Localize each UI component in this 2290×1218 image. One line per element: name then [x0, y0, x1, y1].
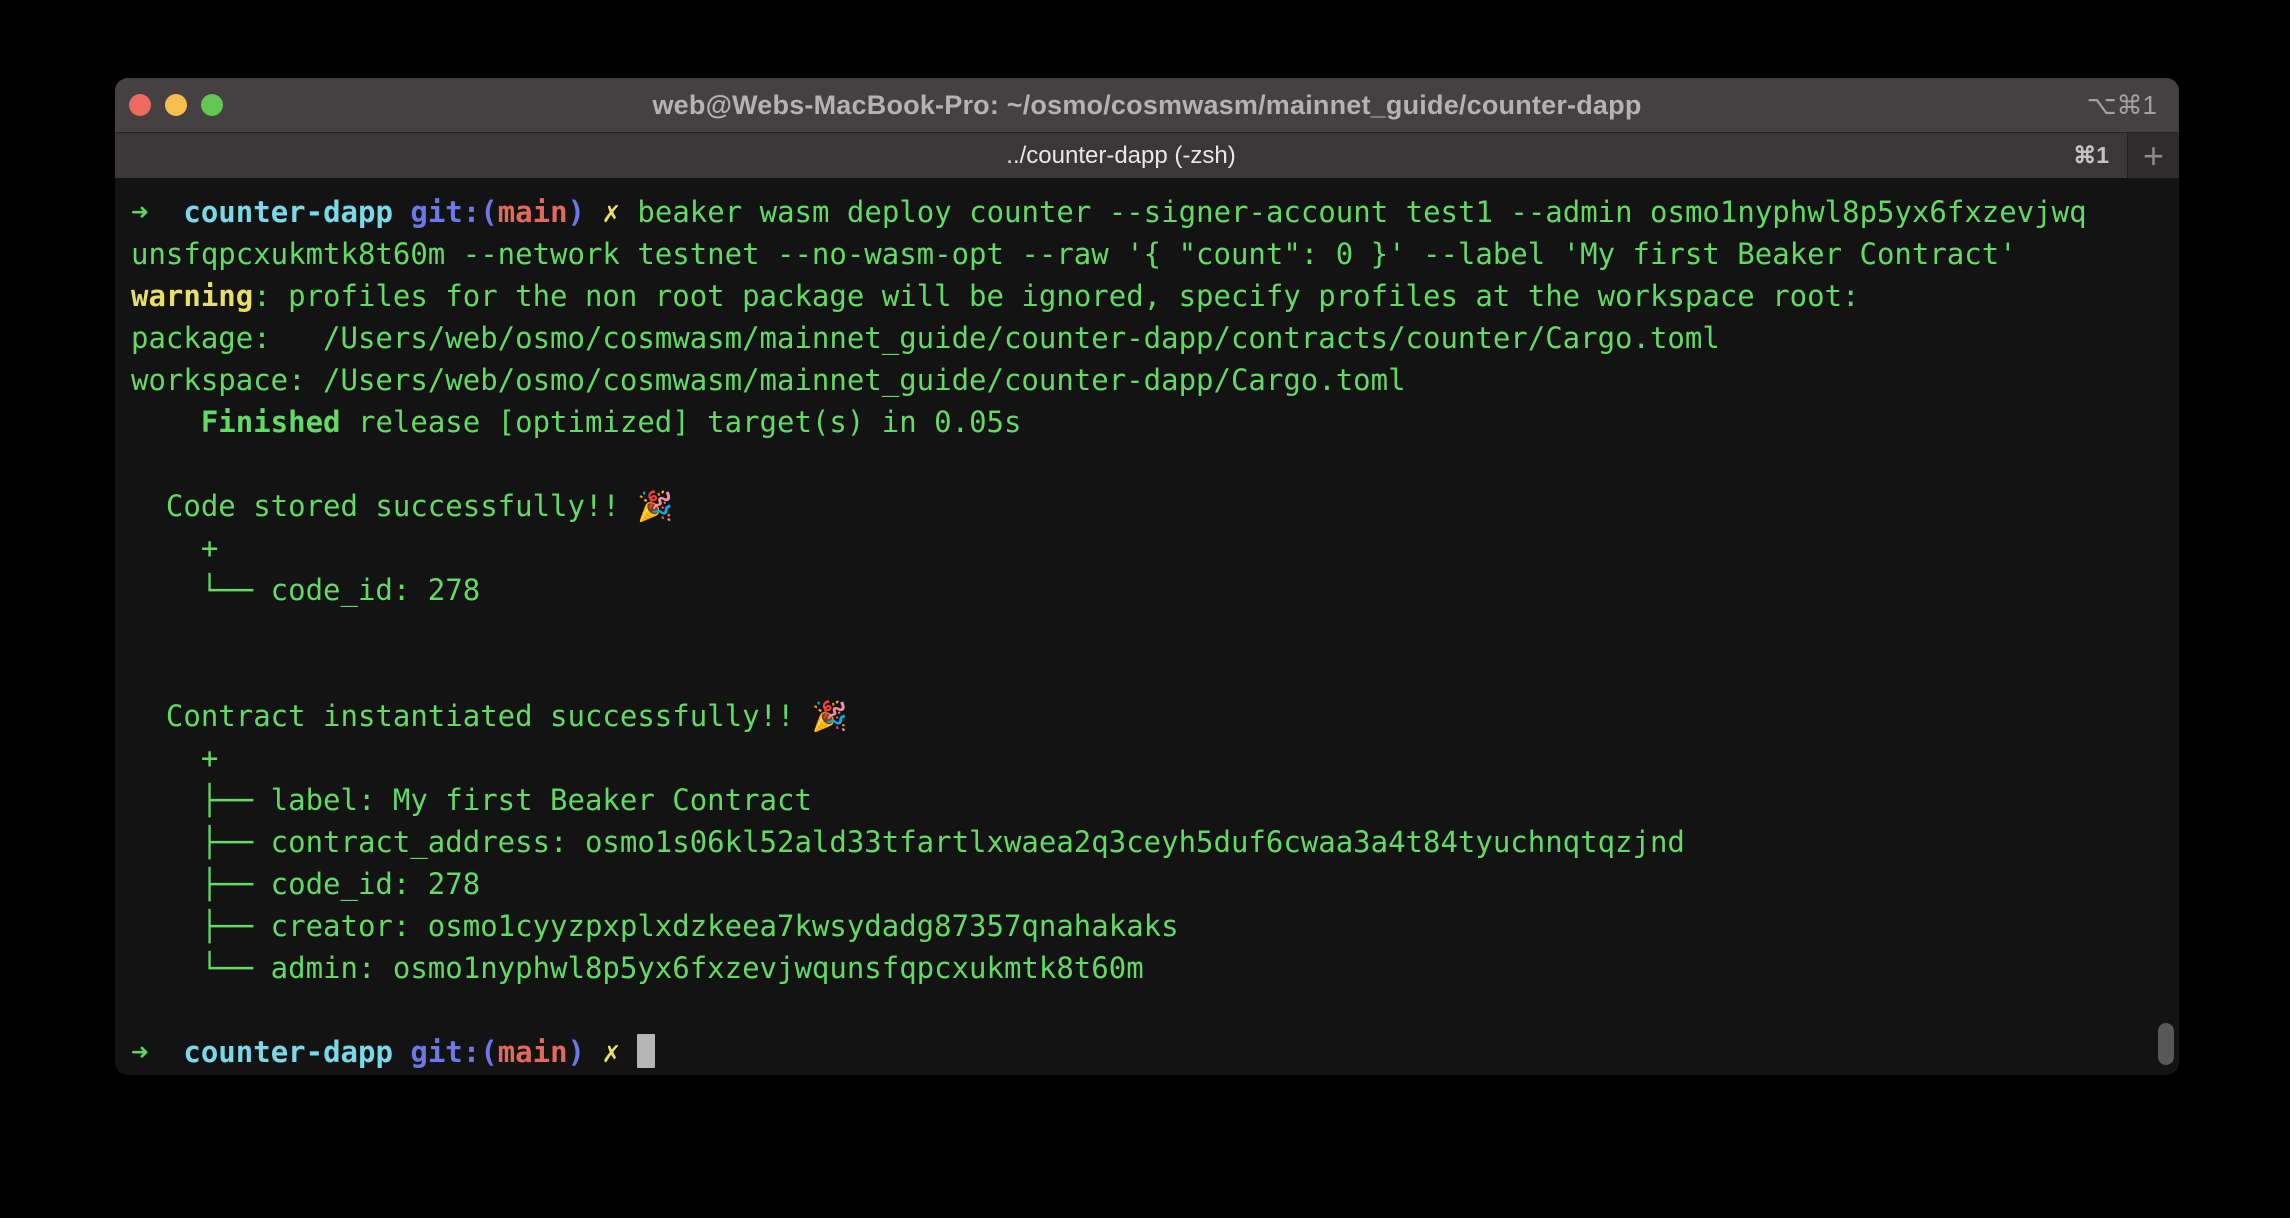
- terminal-line: ├── contract_address: osmo1s06kl52ald33t…: [131, 821, 2179, 863]
- tab-label: ../counter-dapp (-zsh): [1006, 142, 1235, 170]
- terminal-cursor: [637, 1034, 655, 1068]
- text-segment: ├── code_id: 278: [131, 867, 480, 901]
- terminal-line: workspace: /Users/web/osmo/cosmwasm/main…: [131, 359, 2179, 401]
- window-title: web@Webs-MacBook-Pro: ~/osmo/cosmwasm/ma…: [652, 90, 1641, 121]
- text-segment: +: [131, 531, 218, 565]
- text-segment: [620, 1035, 637, 1069]
- new-tab-button[interactable]: +: [2127, 133, 2179, 178]
- terminal-line: +: [131, 737, 2179, 779]
- text-segment: release [optimized] target(s) in 0.05s: [341, 405, 1022, 439]
- terminal-line: package: /Users/web/osmo/cosmwasm/mainne…: [131, 317, 2179, 359]
- text-segment: [585, 1035, 602, 1069]
- text-segment: package: /Users/web/osmo/cosmwasm/mainne…: [131, 321, 1720, 355]
- terminal-line: Code stored successfully!! 🎉: [131, 485, 2179, 527]
- terminal-line: unsfqpcxukmtk8t60m --network testnet --n…: [131, 233, 2179, 275]
- text-segment: : profiles for the non root package will…: [253, 279, 1859, 313]
- minimize-button[interactable]: [165, 94, 187, 116]
- text-segment: main: [498, 1035, 568, 1069]
- text-segment: [148, 195, 183, 229]
- text-segment: ➜: [131, 1035, 148, 1069]
- text-segment: └── admin: osmo1nyphwl8p5yx6fxzevjwqunsf…: [131, 951, 1144, 985]
- text-segment: workspace: /Users/web/osmo/cosmwasm/main…: [131, 363, 1406, 397]
- terminal-line: ➜ counter-dapp git:(main) ✗: [131, 1031, 2179, 1073]
- close-button[interactable]: [129, 94, 151, 116]
- text-segment: ├── contract_address: osmo1s06kl52ald33t…: [131, 825, 1685, 859]
- terminal-window: web@Webs-MacBook-Pro: ~/osmo/cosmwasm/ma…: [115, 78, 2179, 1075]
- terminal-line: └── admin: osmo1nyphwl8p5yx6fxzevjwqunsf…: [131, 947, 2179, 989]
- text-segment: Finished: [201, 405, 341, 439]
- zoom-button[interactable]: [201, 94, 223, 116]
- text-segment: [620, 195, 637, 229]
- text-segment: main: [498, 195, 568, 229]
- text-segment: ➜: [131, 195, 148, 229]
- text-segment: warning: [131, 279, 253, 313]
- terminal-line: └── code_id: 278: [131, 569, 2179, 611]
- text-segment: unsfqpcxukmtk8t60m --network testnet --n…: [131, 237, 2017, 271]
- tab-shortcut-badge: ⌘1: [2073, 142, 2109, 169]
- terminal-line: warning: profiles for the non root packa…: [131, 275, 2179, 317]
- terminal-line: ├── creator: osmo1cyyzpxplxdzkeea7kwsyda…: [131, 905, 2179, 947]
- text-segment: [393, 195, 410, 229]
- text-segment: ├── creator: osmo1cyyzpxplxdzkeea7kwsyda…: [131, 909, 1179, 943]
- text-segment: +: [131, 741, 218, 775]
- terminal-line: +: [131, 527, 2179, 569]
- text-segment: [393, 1035, 410, 1069]
- terminal-line: [131, 653, 2179, 695]
- terminal-line: [131, 611, 2179, 653]
- text-segment: counter-dapp: [183, 195, 393, 229]
- text-segment: git:(: [410, 195, 497, 229]
- text-segment: ✗: [602, 195, 619, 229]
- window-shortcut-badge: ⌥⌘1: [2087, 90, 2157, 121]
- text-segment: counter-dapp: [183, 1035, 393, 1069]
- tab-bar: ../counter-dapp (-zsh) ⌘1 +: [115, 133, 2179, 178]
- terminal-line: Contract instantiated successfully!! 🎉: [131, 695, 2179, 737]
- terminal-line: ➜ counter-dapp git:(main) ✗ beaker wasm …: [131, 191, 2179, 233]
- plus-icon: +: [2143, 135, 2164, 177]
- text-segment: beaker wasm deploy counter --signer-acco…: [637, 195, 2086, 229]
- terminal-line: [131, 989, 2179, 1031]
- text-segment: [148, 1035, 183, 1069]
- text-segment: Contract instantiated successfully!! 🎉: [131, 699, 848, 733]
- terminal-line: ├── code_id: 278: [131, 863, 2179, 905]
- text-segment: [131, 405, 201, 439]
- scrollbar-thumb[interactable]: [2158, 1023, 2174, 1065]
- terminal-line: ├── label: My first Beaker Contract: [131, 779, 2179, 821]
- tab-counter-dapp[interactable]: ../counter-dapp (-zsh) ⌘1: [115, 133, 2127, 178]
- terminal-line: Finished release [optimized] target(s) i…: [131, 401, 2179, 443]
- text-segment: ├── label: My first Beaker Contract: [131, 783, 812, 817]
- text-segment: ): [568, 195, 585, 229]
- text-segment: ): [568, 1035, 585, 1069]
- title-bar[interactable]: web@Webs-MacBook-Pro: ~/osmo/cosmwasm/ma…: [115, 78, 2179, 133]
- text-segment: [585, 195, 602, 229]
- text-segment: ✗: [602, 1035, 619, 1069]
- text-segment: └── code_id: 278: [131, 573, 480, 607]
- text-segment: git:(: [410, 1035, 497, 1069]
- terminal-body[interactable]: ➜ counter-dapp git:(main) ✗ beaker wasm …: [115, 178, 2179, 1075]
- traffic-lights: [129, 78, 223, 132]
- terminal-line: [131, 443, 2179, 485]
- text-segment: Code stored successfully!! 🎉: [131, 489, 673, 523]
